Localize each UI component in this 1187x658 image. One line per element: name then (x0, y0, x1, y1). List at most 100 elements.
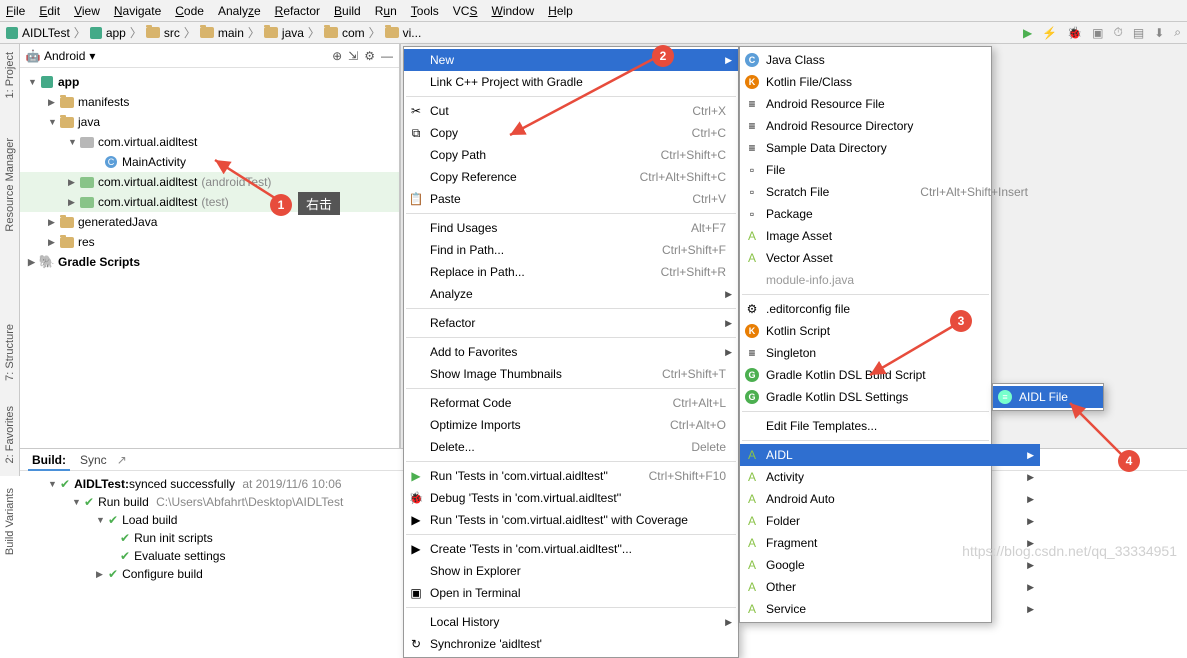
menu-window[interactable]: Window (491, 4, 534, 18)
tab-structure[interactable]: 7: Structure (4, 324, 16, 381)
menu-item[interactable]: AService▶ (740, 598, 1040, 620)
tab-project[interactable]: 1: Project (4, 52, 16, 98)
menu-item[interactable]: ≡Android Resource Directory (740, 115, 1040, 137)
menu-help[interactable]: Help (548, 4, 573, 18)
menu-item[interactable]: module-info.java (740, 269, 1040, 291)
avd-button[interactable]: ▤ (1133, 26, 1144, 40)
menu-item[interactable]: ↻Synchronize 'aidltest' (404, 633, 738, 655)
menu-item[interactable]: ⚙.editorconfig file (740, 298, 1040, 320)
sdk-button[interactable]: ⬇ (1154, 26, 1164, 40)
tree-node-pkg-test[interactable]: ▶com.virtual.aidltest(test) (20, 192, 399, 212)
tree-node-pkg-androidtest[interactable]: ▶com.virtual.aidltest(androidTest) (20, 172, 399, 192)
crumb-pkg[interactable]: vi... (385, 26, 422, 40)
crumb-com[interactable]: com (324, 26, 365, 40)
project-tree[interactable]: ▼app ▶manifests ▼java ▼com.virtual.aidlt… (20, 68, 399, 476)
menu-item[interactable]: Optimize ImportsCtrl+Alt+O (404, 414, 738, 436)
restore-icon[interactable]: ↗ (117, 453, 127, 467)
crumb-app[interactable]: app (90, 26, 126, 40)
menu-navigate[interactable]: Navigate (114, 4, 161, 18)
menu-item[interactable]: Find in Path...Ctrl+Shift+F (404, 239, 738, 261)
menu-item[interactable]: AAIDL▶ (740, 444, 1040, 466)
menu-item[interactable]: Analyze▶ (404, 283, 738, 305)
menu-edit[interactable]: Edit (39, 4, 60, 18)
menu-item[interactable]: New▶ (404, 49, 738, 71)
menu-item[interactable]: Find UsagesAlt+F7 (404, 217, 738, 239)
build-tab-build[interactable]: Build: (28, 449, 70, 471)
collapse-all-icon[interactable]: ⇲ (348, 49, 358, 63)
debug-button[interactable]: 🐞 (1067, 26, 1082, 40)
menu-item[interactable]: AOther▶ (740, 576, 1040, 598)
menu-refactor[interactable]: Refactor (275, 4, 320, 18)
tree-node-manifests[interactable]: ▶manifests (20, 92, 399, 112)
menu-item[interactable]: ▶Create 'Tests in 'com.virtual.aidltest'… (404, 538, 738, 560)
menu-item[interactable]: ▣Open in Terminal (404, 582, 738, 604)
menu-item[interactable]: 🐞Debug 'Tests in 'com.virtual.aidltest'' (404, 487, 738, 509)
project-view-selector[interactable]: Android (44, 49, 85, 63)
crumb-main[interactable]: main (200, 26, 244, 40)
menu-file[interactable]: File (6, 4, 25, 18)
menu-item[interactable]: KKotlin Script (740, 320, 1040, 342)
menu-item[interactable]: ✂CutCtrl+X (404, 100, 738, 122)
menu-view[interactable]: View (74, 4, 100, 18)
tab-favorites[interactable]: 2: Favorites (4, 406, 16, 463)
menu-item[interactable]: AImage Asset (740, 225, 1040, 247)
menu-item[interactable]: ▶Run 'Tests in 'com.virtual.aidltest'' w… (404, 509, 738, 531)
stop-button[interactable]: ▣ (1092, 26, 1103, 40)
menu-item[interactable]: ≡AIDL File (993, 386, 1103, 408)
crumb-project[interactable]: AIDLTest (6, 26, 70, 40)
menu-item[interactable]: ⧉CopyCtrl+C (404, 122, 738, 144)
menu-run[interactable]: Run (375, 4, 397, 18)
crumb-src[interactable]: src (146, 26, 180, 40)
menu-code[interactable]: Code (175, 4, 204, 18)
menu-item[interactable]: CJava Class (740, 49, 1040, 71)
tree-node-res[interactable]: ▶res (20, 232, 399, 252)
settings-icon[interactable]: ⚙ (364, 49, 375, 63)
menu-item[interactable]: Add to Favorites▶ (404, 341, 738, 363)
menu-tools[interactable]: Tools (411, 4, 439, 18)
menu-item[interactable]: 📋PasteCtrl+V (404, 188, 738, 210)
menu-item[interactable]: ▶Run 'Tests in 'com.virtual.aidltest''Ct… (404, 465, 738, 487)
profile-button[interactable]: ⏱ (1113, 25, 1122, 40)
menu-item[interactable]: ≡Singleton (740, 342, 1040, 364)
hide-icon[interactable]: — (381, 49, 393, 63)
menu-item[interactable]: AFolder▶ (740, 510, 1040, 532)
menu-item[interactable]: ▫File (740, 159, 1040, 181)
build-tab-sync[interactable]: Sync (76, 453, 111, 467)
menu-item[interactable]: Show in Explorer (404, 560, 738, 582)
menu-build[interactable]: Build (334, 4, 361, 18)
tree-node-gradle-scripts[interactable]: ▶🐘Gradle Scripts (20, 252, 399, 272)
menu-item[interactable]: Local History▶ (404, 611, 738, 633)
menu-item[interactable]: ▫Package (740, 203, 1040, 225)
menu-item[interactable]: Link C++ Project with Gradle (404, 71, 738, 93)
tree-node-generatedjava[interactable]: ▶generatedJava (20, 212, 399, 232)
menu-item[interactable]: Copy PathCtrl+Shift+C (404, 144, 738, 166)
scroll-from-source-icon[interactable]: ⊕ (332, 49, 342, 63)
menu-item[interactable]: AActivity▶ (740, 466, 1040, 488)
menu-item[interactable]: AFragment▶ (740, 532, 1040, 554)
menu-item[interactable]: Delete...Delete (404, 436, 738, 458)
menu-item[interactable]: KKotlin File/Class (740, 71, 1040, 93)
menu-item[interactable]: Edit File Templates... (740, 415, 1040, 437)
menu-item[interactable]: Copy ReferenceCtrl+Alt+Shift+C (404, 166, 738, 188)
search-button[interactable]: ⌕ (1174, 25, 1181, 40)
menu-item[interactable]: Reformat CodeCtrl+Alt+L (404, 392, 738, 414)
menu-vcs[interactable]: VCS (453, 4, 478, 18)
run-button[interactable]: ▶ (1023, 26, 1032, 40)
tab-resource-manager[interactable]: Resource Manager (4, 138, 16, 232)
crumb-java[interactable]: java (264, 26, 304, 40)
apply-changes-button[interactable]: ⚡ (1042, 26, 1057, 40)
menu-item[interactable]: AAndroid Auto▶ (740, 488, 1040, 510)
chevron-down-icon[interactable]: ▾ (89, 49, 95, 63)
tree-node-app[interactable]: ▼app (20, 72, 399, 92)
tree-node-mainactivity[interactable]: CMainActivity (20, 152, 399, 172)
menu-item[interactable]: AGoogle▶ (740, 554, 1040, 576)
tab-build-variants[interactable]: Build Variants (4, 488, 16, 555)
menu-item[interactable]: Show Image ThumbnailsCtrl+Shift+T (404, 363, 738, 385)
tree-node-java[interactable]: ▼java (20, 112, 399, 132)
menu-item[interactable]: ≡Android Resource File (740, 93, 1040, 115)
menu-analyze[interactable]: Analyze (218, 4, 261, 18)
menu-item[interactable]: Refactor▶ (404, 312, 738, 334)
menu-item[interactable]: ≡Sample Data Directory (740, 137, 1040, 159)
menu-item[interactable]: AVector Asset (740, 247, 1040, 269)
menu-item[interactable]: ▫Scratch FileCtrl+Alt+Shift+Insert (740, 181, 1040, 203)
